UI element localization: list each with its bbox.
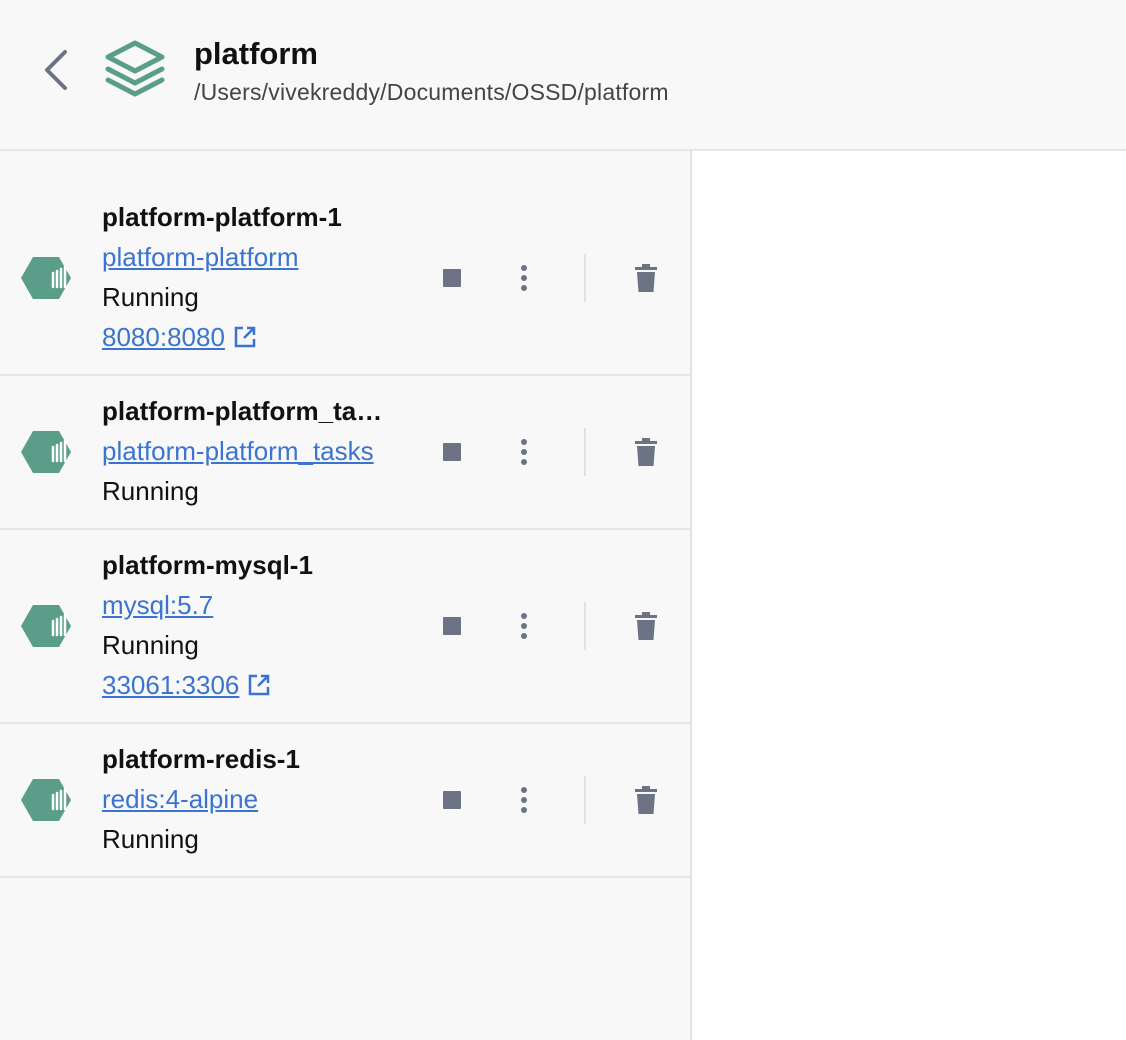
container-list: platform-platform-1 platform-platform Ru… [0,151,692,1040]
project-title: platform [194,36,318,71]
stop-icon [443,443,461,461]
external-link-icon[interactable] [247,673,271,697]
container-status: Running [102,476,199,506]
more-options-button[interactable] [508,432,540,472]
divider [584,776,586,824]
container-row[interactable]: platform-platform-1 platform-platform Ru… [0,151,690,376]
more-options-button[interactable] [508,258,540,298]
container-icon [21,779,71,821]
container-image-link[interactable]: platform-platform_tasks [102,431,410,471]
delete-button[interactable] [630,434,662,470]
back-button[interactable] [36,42,76,98]
more-vertical-icon [521,787,527,813]
container-image-link[interactable]: redis:4-alpine [102,779,410,819]
container-icon [21,257,71,299]
stop-icon [443,791,461,809]
container-row[interactable]: platform-mysql-1 mysql:5.7 Running 33061… [0,530,690,724]
trash-icon [635,438,657,466]
container-name: platform-redis-1 [102,744,300,774]
stop-icon [443,269,461,287]
container-image-link[interactable]: mysql:5.7 [102,585,410,625]
divider [584,428,586,476]
more-options-button[interactable] [508,780,540,820]
stack-layers-icon [105,40,165,97]
more-vertical-icon [521,613,527,639]
more-options-button[interactable] [508,606,540,646]
container-port: 33061:3306 [102,665,410,705]
container-row[interactable]: platform-redis-1 redis:4-alpine Running [0,724,690,878]
stop-button[interactable] [436,784,468,816]
divider [584,254,586,302]
trash-icon [635,612,657,640]
container-name: platform-mysql-1 [102,550,313,580]
container-icon [21,431,71,473]
container-image-link[interactable]: platform-platform [102,237,410,277]
port-link[interactable]: 8080:8080 [102,317,225,357]
container-status: Running [102,824,199,854]
more-vertical-icon [521,439,527,465]
more-vertical-icon [521,265,527,291]
container-status: Running [102,630,199,660]
container-name: platform-platform-1 [102,202,342,232]
port-link[interactable]: 33061:3306 [102,665,239,705]
chevron-left-icon [45,50,67,90]
detail-panel [692,151,1126,1040]
stop-button[interactable] [436,610,468,642]
delete-button[interactable] [630,608,662,644]
stop-button[interactable] [436,262,468,294]
trash-icon [635,264,657,292]
external-link-icon[interactable] [233,325,257,349]
container-row[interactable]: platform-platform_ta… platform-platform_… [0,376,690,530]
trash-icon [635,786,657,814]
divider [584,602,586,650]
container-name: platform-platform_ta… [102,396,383,426]
stop-icon [443,617,461,635]
container-icon [21,605,71,647]
delete-button[interactable] [630,782,662,818]
stop-button[interactable] [436,436,468,468]
container-status: Running [102,282,199,312]
delete-button[interactable] [630,260,662,296]
project-header: platform /Users/vivekreddy/Documents/OSS… [0,0,1126,151]
project-path: /Users/vivekreddy/Documents/OSSD/platfor… [194,79,669,105]
container-port: 8080:8080 [102,317,410,357]
